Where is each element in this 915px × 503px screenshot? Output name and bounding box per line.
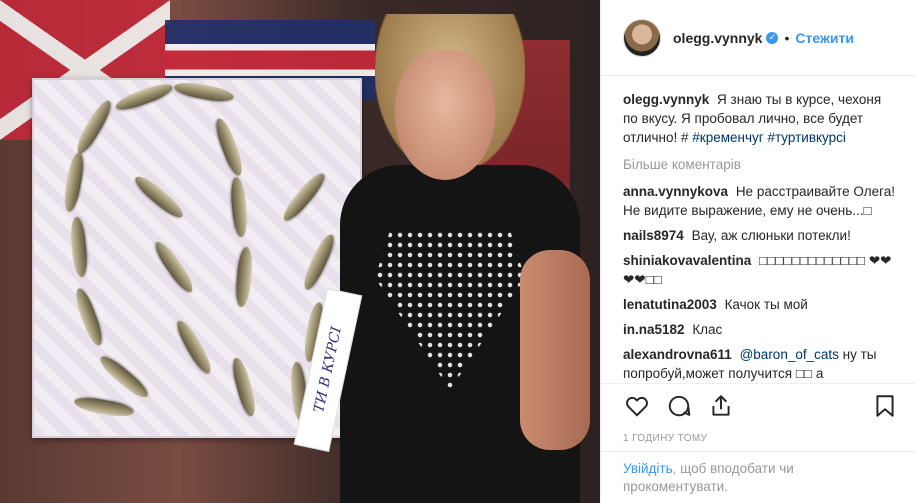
comment-mention[interactable]: @baron_of_cats — [740, 347, 839, 362]
fish — [279, 169, 329, 225]
fish — [212, 116, 246, 178]
more-comments-button[interactable]: Більше коментарів — [623, 155, 899, 174]
comment-username[interactable]: in.na5182 — [623, 322, 685, 337]
comment: anna.vynnykova Не расстраивайте Олега! Н… — [623, 182, 899, 220]
fish — [299, 231, 339, 293]
comment-username[interactable]: alexandrovna611 — [623, 347, 732, 362]
comments-list: olegg.vynnyk Я знаю ты в курсе, чехоня п… — [601, 76, 915, 383]
comment-username[interactable]: nails8974 — [623, 228, 684, 243]
person-face — [395, 50, 495, 180]
comment-username[interactable]: shiniakovavalentina — [623, 253, 751, 268]
comment: lenatutina2003 Качок ты мой — [623, 295, 899, 314]
follow-button[interactable]: Стежити — [795, 30, 854, 46]
save-button[interactable] — [871, 392, 899, 420]
fish — [229, 176, 249, 238]
caption: olegg.vynnyk Я знаю ты в курсе, чехоня п… — [623, 90, 899, 147]
person-arm — [520, 250, 590, 450]
share-icon — [712, 394, 730, 416]
login-link[interactable]: Увійдіть — [623, 461, 673, 476]
fish — [113, 80, 175, 114]
header-username[interactable]: olegg.vynnyk — [673, 30, 762, 46]
fish — [151, 238, 197, 296]
separator-dot: • — [784, 29, 790, 46]
fish — [229, 356, 259, 418]
post-sidebar: olegg.vynnyk ✓ • Стежити olegg.vynnyk Я … — [600, 0, 915, 503]
caption-username[interactable]: olegg.vynnyk — [623, 92, 709, 107]
comment-username[interactable]: anna.vynnykova — [623, 184, 728, 199]
comment-button[interactable] — [665, 392, 693, 420]
verified-icon: ✓ — [766, 31, 779, 44]
comment-icon — [668, 395, 691, 416]
fish — [96, 352, 152, 402]
post-timestamp[interactable]: 1 ГОДИНУ ТОМУ — [601, 427, 915, 451]
login-prompt: Увійдіть, щоб вподобати чи прокоментуват… — [601, 451, 915, 503]
like-button[interactable] — [623, 392, 651, 420]
action-bar — [601, 383, 915, 427]
comment-username[interactable]: lenatutina2003 — [623, 297, 717, 312]
comment-text: Вау, аж слюньки потекли! — [691, 228, 851, 243]
hashtag[interactable]: #кременчуг — [692, 130, 763, 145]
fish — [61, 151, 87, 213]
bookmark-icon — [876, 394, 894, 417]
heart-icon — [626, 396, 648, 417]
avatar[interactable] — [623, 18, 661, 57]
comment: nails8974 Вау, аж слюньки потекли! — [623, 226, 899, 245]
comment: in.na5182 Клас — [623, 320, 899, 339]
post-viewer: ТИ В КУРСІ olegg.vynnyk ✓ • Стежити oleg… — [0, 0, 915, 503]
hashtag[interactable]: #туртивкурсі — [767, 130, 845, 145]
fish — [72, 97, 116, 157]
comment-text: Качок ты мой — [724, 297, 808, 312]
fish — [73, 394, 135, 420]
fish — [173, 79, 235, 105]
post-header: olegg.vynnyk ✓ • Стежити — [601, 0, 915, 76]
comment: shiniakovavalentina □□□□□□□□□□□□□ ❤❤❤❤□□ — [623, 251, 899, 289]
fish — [72, 286, 106, 348]
fish — [172, 317, 216, 377]
fish — [69, 216, 89, 278]
fish — [131, 172, 187, 222]
comment: alexandrovna611 @baron_of_cats ну ты поп… — [623, 345, 899, 383]
post-photo[interactable]: ТИ В КУРСІ — [0, 0, 600, 503]
fish — [234, 246, 254, 308]
comment-text: Клас — [692, 322, 723, 337]
share-button[interactable] — [707, 392, 735, 420]
